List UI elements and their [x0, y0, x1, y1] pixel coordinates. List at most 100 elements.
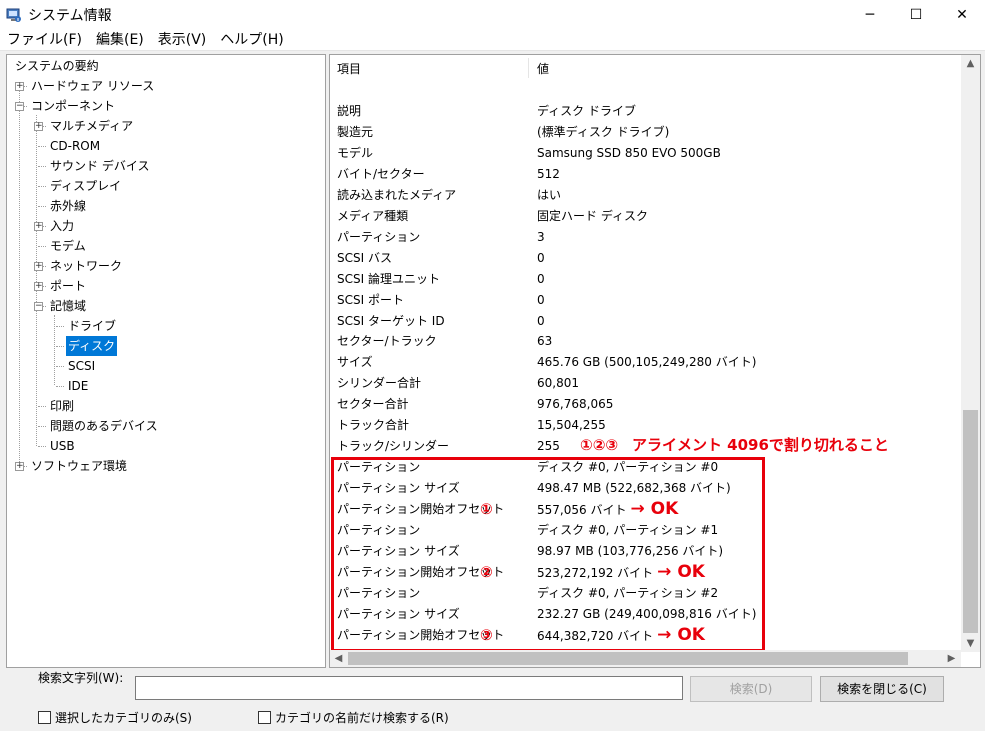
detail-row[interactable]: メディア種類 固定ハード ディスク — [330, 206, 964, 227]
tree-item[interactable]: − 記憶域 — [7, 296, 325, 316]
scroll-right-arrow-icon[interactable]: ▶ — [943, 650, 960, 667]
detail-row[interactable]: 製造元 (標準ディスク ドライブ) — [330, 122, 964, 143]
detail-row[interactable]: パーティション開始オフセット ③ 644,382,720 バイト → OK — [330, 625, 964, 646]
maximize-button[interactable]: ☐ — [893, 0, 939, 29]
detail-row[interactable]: SCSI バス 0 — [330, 248, 964, 269]
detail-row[interactable]: 説明 ディスク ドライブ — [330, 101, 964, 122]
detail-row[interactable]: パーティション ディスク #0, パーティション #1 — [330, 520, 964, 541]
detail-value: 557,056 バイト → OK — [537, 499, 678, 521]
detail-row[interactable]: サイズ 465.76 GB (500,105,249,280 バイト) — [330, 352, 964, 373]
expand-icon[interactable]: + — [34, 222, 43, 231]
detail-value-text: 512 — [537, 166, 560, 181]
tree-item[interactable]: + ハードウェア リソース — [7, 76, 325, 96]
selected-category-only-checkbox[interactable] — [38, 710, 51, 724]
vertical-scroll-thumb[interactable] — [963, 410, 978, 633]
tree-item[interactable]: モデム — [7, 236, 325, 256]
detail-value-text: 644,382,720 バイト — [537, 628, 654, 643]
detail-row[interactable]: パーティション サイズ 498.47 MB (522,682,368 バイト) — [330, 478, 964, 499]
expand-icon[interactable]: + — [15, 462, 24, 471]
ok-annotation: → OK — [657, 624, 705, 645]
menu-file[interactable]: ファイル(F) — [0, 30, 89, 50]
find-button[interactable]: 検索(D) — [690, 676, 812, 702]
detail-row[interactable]: バイト/セクター 512 — [330, 164, 964, 185]
minimize-button[interactable]: ─ — [847, 0, 893, 29]
detail-row[interactable]: SCSI ポート 0 — [330, 290, 964, 311]
scroll-left-arrow-icon[interactable]: ◀ — [330, 650, 347, 667]
column-item-header[interactable]: 項目 — [337, 60, 361, 77]
detail-key: パーティション — [337, 460, 421, 475]
detail-key: SCSI ポート — [337, 292, 404, 307]
tree-item[interactable]: ディスプレイ — [7, 176, 325, 196]
tree-item[interactable]: ディスク — [7, 336, 325, 356]
detail-row[interactable]: SCSI 論理ユニット 0 — [330, 269, 964, 290]
tree-item[interactable]: ドライブ — [7, 316, 325, 336]
detail-row[interactable]: パーティション ディスク #0, パーティション #2 — [330, 583, 964, 604]
detail-row[interactable]: パーティション サイズ 232.27 GB (249,400,098,816 バイ… — [330, 604, 964, 625]
close-find-button[interactable]: 検索を閉じる(C) — [820, 676, 944, 702]
expand-icon[interactable]: + — [34, 282, 43, 291]
detail-row[interactable]: パーティション ディスク #0, パーティション #0 — [330, 457, 964, 478]
tree-item-label: CD-ROM — [50, 139, 101, 153]
detail-value-text: 3 — [537, 229, 545, 244]
tree-item[interactable]: システムの要約 — [7, 56, 325, 76]
collapse-icon[interactable]: − — [34, 302, 43, 311]
expand-icon[interactable]: + — [15, 82, 24, 91]
menu-view[interactable]: 表示(V) — [151, 30, 214, 50]
detail-value-text: 98.97 MB (103,776,256 バイト) — [537, 543, 724, 558]
column-separator[interactable] — [528, 58, 529, 78]
detail-row[interactable]: セクター合計 976,768,065 — [330, 394, 964, 415]
tree-item[interactable]: IDE — [7, 376, 325, 396]
detail-row[interactable]: パーティション 3 — [330, 227, 964, 248]
detail-row[interactable]: モデル Samsung SSD 850 EVO 500GB — [330, 143, 964, 164]
vertical-scrollbar[interactable]: ▲ ▼ — [961, 55, 980, 652]
detail-key: パーティション サイズ — [337, 481, 460, 496]
detail-row[interactable]: セクター/トラック 63 — [330, 331, 964, 352]
tree-item[interactable]: + マルチメディア — [7, 116, 325, 136]
tree-item[interactable]: CD-ROM — [7, 136, 325, 156]
menu-help[interactable]: ヘルプ(H) — [213, 30, 290, 50]
tree-item[interactable]: + ネットワーク — [7, 256, 325, 276]
details-list[interactable]: 項目 値 説明 ディスク ドライブ 製造元 (標準ディスク ドライブ) モデル Samsu… — [329, 54, 981, 668]
category-names-only-label: カテゴリの名前だけ検索する(R) — [275, 710, 449, 725]
tree-item[interactable]: 印刷 — [7, 396, 325, 416]
annotation-number-mark: ② — [480, 562, 493, 581]
window-title: システム情報 — [28, 7, 112, 24]
expand-icon[interactable]: + — [34, 262, 43, 271]
tree-item[interactable]: 赤外線 — [7, 196, 325, 216]
expand-icon[interactable]: + — [34, 122, 43, 131]
column-header: 項目 値 — [330, 55, 964, 81]
tree-item[interactable]: + ソフトウェア環境 — [7, 456, 325, 476]
detail-row[interactable]: SCSI ターゲット ID 0 — [330, 311, 964, 332]
tree-item[interactable]: − コンポーネント — [7, 96, 325, 116]
selected-category-only-option[interactable]: 選択したカテゴリのみ(S) — [38, 709, 192, 725]
annotation-number-mark: ① — [480, 500, 493, 519]
search-label: 検索文字列(W): — [38, 671, 124, 685]
ok-annotation: → OK — [630, 499, 679, 520]
tree-item[interactable]: サウンド デバイス — [7, 156, 325, 176]
tree-item-label: 問題のあるデバイス — [50, 419, 158, 433]
tree-item-label: ネットワーク — [50, 259, 123, 273]
tree-item[interactable]: USB — [7, 436, 325, 456]
tree-item[interactable]: SCSI — [7, 356, 325, 376]
detail-row[interactable]: パーティション開始オフセット ① 557,056 バイト → OK — [330, 499, 964, 520]
detail-value-text: 0 — [537, 292, 545, 307]
detail-row[interactable]: シリンダー合計 60,801 — [330, 373, 964, 394]
menu-edit[interactable]: 編集(E) — [89, 30, 151, 50]
horizontal-scroll-thumb[interactable] — [348, 652, 908, 665]
detail-row[interactable]: 読み込まれたメディア はい — [330, 185, 964, 206]
category-names-only-checkbox[interactable] — [258, 710, 271, 724]
close-button[interactable]: ✕ — [939, 0, 985, 29]
column-value-header[interactable]: 値 — [537, 60, 549, 77]
category-tree[interactable]: システムの要約 + ハードウェア リソース − コンポーネント + マルチメディア CD-RO… — [6, 54, 326, 668]
collapse-icon[interactable]: − — [15, 102, 24, 111]
detail-row[interactable]: パーティション サイズ 98.97 MB (103,776,256 バイト) — [330, 541, 964, 562]
scroll-down-arrow-icon[interactable]: ▼ — [962, 635, 979, 652]
horizontal-scrollbar[interactable]: ◀ ▶ — [330, 650, 961, 667]
search-input[interactable] — [135, 676, 683, 700]
tree-item[interactable]: + 入力 — [7, 216, 325, 236]
tree-item[interactable]: 問題のあるデバイス — [7, 416, 325, 436]
scroll-up-arrow-icon[interactable]: ▲ — [962, 55, 979, 72]
detail-row[interactable]: パーティション開始オフセット ② 523,272,192 バイト → OK — [330, 562, 964, 583]
tree-item[interactable]: + ポート — [7, 276, 325, 296]
category-names-only-option[interactable]: カテゴリの名前だけ検索する(R) — [258, 709, 449, 725]
